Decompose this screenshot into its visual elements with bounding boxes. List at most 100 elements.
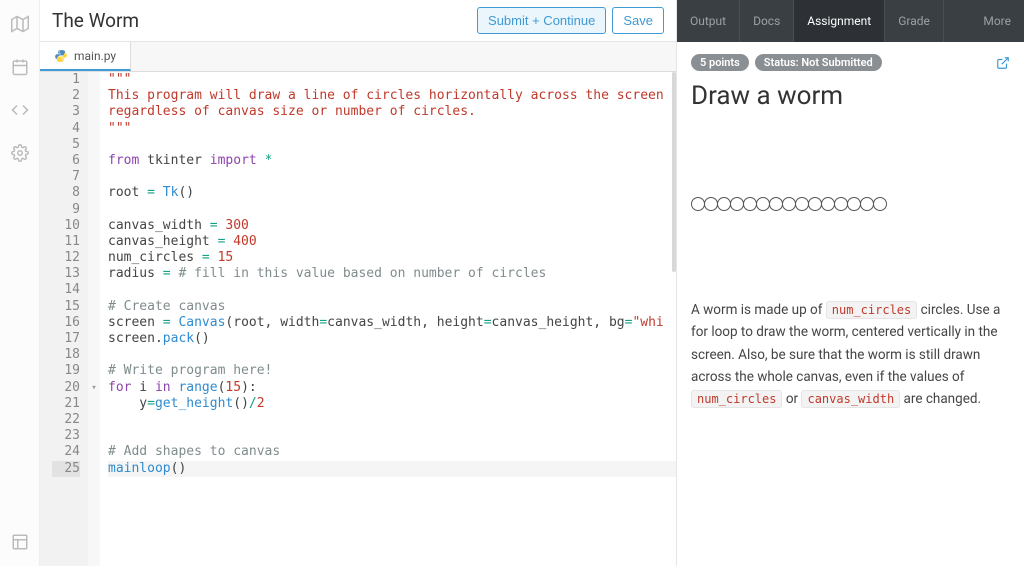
line-number: 24 bbox=[52, 444, 80, 460]
fold-marker bbox=[88, 331, 100, 347]
line-number: 20 bbox=[52, 380, 80, 396]
code-line[interactable]: canvas_width = 300 bbox=[108, 218, 676, 234]
worm-circle bbox=[847, 197, 861, 211]
line-number: 6 bbox=[52, 153, 80, 169]
external-link-icon[interactable] bbox=[996, 56, 1010, 70]
worm-circle bbox=[717, 197, 731, 211]
worm-circle bbox=[821, 197, 835, 211]
fold-marker bbox=[88, 72, 100, 88]
code-line[interactable]: from tkinter import * bbox=[108, 153, 676, 169]
fold-marker bbox=[88, 202, 100, 218]
line-number: 17 bbox=[52, 331, 80, 347]
code-line[interactable]: canvas_height = 400 bbox=[108, 234, 676, 250]
editor-panel: The Worm Submit + Continue Save main.py … bbox=[40, 0, 676, 566]
worm-circle bbox=[873, 197, 887, 211]
line-number: 7 bbox=[52, 169, 80, 185]
worm-illustration bbox=[691, 129, 1010, 279]
fold-marker bbox=[88, 299, 100, 315]
worm-circle bbox=[860, 197, 874, 211]
worm-circle bbox=[756, 197, 770, 211]
code-line[interactable]: This program will draw a line of circles… bbox=[108, 88, 676, 104]
code-line[interactable]: # Create canvas bbox=[108, 299, 676, 315]
fold-marker bbox=[88, 169, 100, 185]
points-badge: 5 points bbox=[691, 54, 749, 71]
line-number: 9 bbox=[52, 202, 80, 218]
code-line[interactable] bbox=[108, 412, 676, 428]
file-tab-main[interactable]: main.py bbox=[40, 42, 131, 71]
fold-marker bbox=[88, 88, 100, 104]
right-tab-bar: OutputDocsAssignmentGrade More bbox=[677, 0, 1024, 42]
code-line[interactable] bbox=[108, 282, 676, 298]
code-line[interactable]: regardless of canvas size or number of c… bbox=[108, 104, 676, 120]
fold-marker bbox=[88, 137, 100, 153]
code-line[interactable]: y=get_height()/2 bbox=[108, 396, 676, 412]
code-line[interactable] bbox=[108, 347, 676, 363]
fold-marker bbox=[88, 218, 100, 234]
code-line[interactable]: """ bbox=[108, 121, 676, 137]
line-number: 22 bbox=[52, 412, 80, 428]
line-number: 13 bbox=[52, 266, 80, 282]
fold-marker bbox=[88, 347, 100, 363]
tab-output[interactable]: Output bbox=[677, 0, 740, 42]
line-number: 8 bbox=[52, 185, 80, 201]
map-icon[interactable] bbox=[11, 15, 29, 33]
fold-marker bbox=[88, 315, 100, 331]
line-number: 4 bbox=[52, 121, 80, 137]
line-number: 21 bbox=[52, 396, 80, 412]
file-tab-bar: main.py bbox=[40, 42, 676, 72]
left-rail bbox=[0, 0, 40, 566]
worm-circle bbox=[743, 197, 757, 211]
code-line[interactable] bbox=[108, 428, 676, 444]
assignment-body: 5 points Status: Not Submitted Draw a wo… bbox=[677, 42, 1024, 566]
line-number: 16 bbox=[52, 315, 80, 331]
code-line[interactable]: num_circles = 15 bbox=[108, 250, 676, 266]
code-editor[interactable]: 1234567891011121314151617181920212223242… bbox=[40, 72, 676, 566]
code-line[interactable] bbox=[108, 202, 676, 218]
gear-icon[interactable] bbox=[11, 144, 29, 162]
fold-marker bbox=[88, 266, 100, 282]
line-number: 1 bbox=[52, 72, 80, 88]
tab-assignment[interactable]: Assignment bbox=[794, 0, 885, 42]
fold-marker bbox=[88, 121, 100, 137]
file-tab-label: main.py bbox=[74, 49, 116, 63]
line-number: 12 bbox=[52, 250, 80, 266]
python-icon bbox=[54, 49, 68, 63]
save-button[interactable]: Save bbox=[612, 7, 664, 34]
tab-more[interactable]: More bbox=[970, 0, 1024, 42]
code-line[interactable]: screen.pack() bbox=[108, 331, 676, 347]
tab-docs[interactable]: Docs bbox=[740, 0, 794, 42]
tab-grade[interactable]: Grade bbox=[885, 0, 944, 42]
code-line[interactable]: # Add shapes to canvas bbox=[108, 444, 676, 460]
line-number: 14 bbox=[52, 282, 80, 298]
code-line[interactable] bbox=[108, 137, 676, 153]
code-icon[interactable] bbox=[11, 101, 29, 119]
code-line[interactable]: root = Tk() bbox=[108, 185, 676, 201]
code-line[interactable]: mainloop() bbox=[108, 461, 676, 477]
line-number: 15 bbox=[52, 299, 80, 315]
code-line[interactable]: radius = # fill in this value based on n… bbox=[108, 266, 676, 282]
submit-continue-button[interactable]: Submit + Continue bbox=[477, 7, 606, 34]
worm-circle bbox=[730, 197, 744, 211]
worm-circle bbox=[769, 197, 783, 211]
calendar-icon[interactable] bbox=[11, 58, 29, 76]
fold-marker[interactable]: ▾ bbox=[88, 380, 100, 396]
scrollbar[interactable] bbox=[672, 72, 676, 272]
worm-circle bbox=[795, 197, 809, 211]
code-line[interactable]: # Write program here! bbox=[108, 363, 676, 379]
code-line[interactable]: for i in range(15): bbox=[108, 380, 676, 396]
code-line[interactable] bbox=[108, 169, 676, 185]
fold-marker bbox=[88, 185, 100, 201]
status-badge: Status: Not Submitted bbox=[755, 54, 882, 71]
worm-circle bbox=[834, 197, 848, 211]
assignment-description: A worm is made up of num_circles circles… bbox=[691, 299, 1010, 410]
worm-circle bbox=[782, 197, 796, 211]
worm-circle bbox=[808, 197, 822, 211]
line-number: 18 bbox=[52, 347, 80, 363]
layout-icon[interactable] bbox=[11, 533, 29, 551]
line-number: 11 bbox=[52, 234, 80, 250]
fold-marker bbox=[88, 444, 100, 460]
code-line[interactable]: """ bbox=[108, 72, 676, 88]
line-number: 5 bbox=[52, 137, 80, 153]
assignment-title: Draw a worm bbox=[691, 81, 1010, 111]
code-line[interactable]: screen = Canvas(root, width=canvas_width… bbox=[108, 315, 676, 331]
